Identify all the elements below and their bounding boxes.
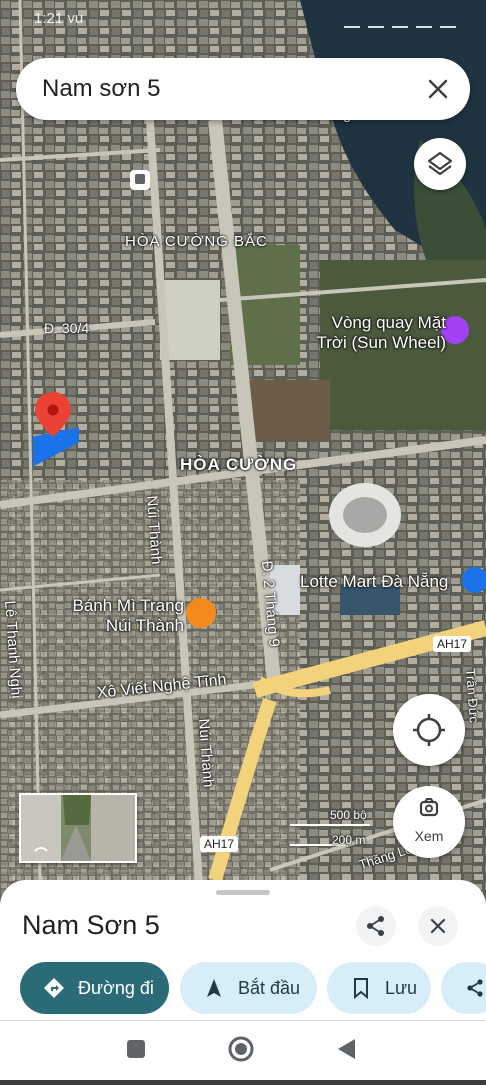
label-hoa-cuong-bac: HÒA CƯỜNG BẮC (125, 233, 268, 250)
close-icon (430, 918, 446, 934)
signal-icon-2 (392, 14, 408, 28)
label-banh-mi-trang[interactable]: Bánh Mì Trang Núi Thành (64, 596, 184, 636)
nav-buttons (127, 1036, 355, 1062)
save-label: Lưu (385, 977, 418, 998)
share-icon (367, 916, 384, 936)
label-street-30-4: Đ. 30/4 (44, 320, 90, 336)
bookmark-icon (354, 978, 368, 1000)
close-icon[interactable] (422, 73, 454, 105)
share-chip-button[interactable] (441, 962, 486, 1014)
directions-icon (44, 978, 64, 998)
status-icons (344, 14, 456, 28)
save-button[interactable]: Lưu (327, 962, 431, 1014)
share-icon (467, 979, 483, 997)
back-icon[interactable] (338, 1039, 355, 1059)
crosshair-icon (413, 714, 445, 746)
close-sheet-button[interactable] (418, 906, 458, 946)
wifi-icon (416, 14, 432, 28)
share-button[interactable] (356, 906, 396, 946)
location-status-icon (344, 14, 360, 28)
place-title: Nam Sơn 5 (22, 910, 160, 940)
start-label: Bắt đầu (238, 977, 301, 998)
label-hoa-cuong: HÒA CƯỜNG (180, 455, 298, 474)
status-bar: 1:21 vu (0, 0, 486, 40)
directions-button[interactable]: Đường đi (20, 962, 169, 1014)
layers-button[interactable] (414, 138, 466, 190)
street-view-thumbnail[interactable] (19, 793, 137, 863)
my-location-button[interactable] (393, 694, 465, 766)
nav-divider (0, 1020, 486, 1021)
label-ah17-shield: AH17 (433, 636, 472, 652)
street-view-label: Xem (414, 828, 444, 844)
place-sheet[interactable]: Nam Sơn 5 Đường đi Bắt đầu Lưu (0, 880, 486, 1020)
scale-meters: 200 m (332, 833, 366, 847)
directions-label: Đường đi (78, 977, 154, 998)
street-view-icon (419, 798, 439, 817)
navigation-arrow-icon (207, 979, 221, 997)
system-nav-bar (0, 1020, 486, 1080)
signal-icon (368, 14, 384, 28)
street-view-photo (21, 795, 135, 861)
label-sun-wheel[interactable]: Vòng quay Mặt Trời (Sun Wheel) (306, 313, 446, 353)
label-lotte-mart[interactable]: Lotte Mart Đà Nẵng (300, 572, 448, 592)
street-view-button[interactable]: Xem (393, 786, 465, 858)
start-button[interactable]: Bắt đầu (180, 962, 317, 1014)
label-ah17-shield-2: AH17 (200, 836, 239, 852)
recents-icon[interactable] (127, 1040, 145, 1058)
status-time: 1:21 vu (34, 10, 84, 27)
battery-icon (440, 14, 456, 28)
sheet-drag-handle[interactable] (216, 890, 270, 895)
scale-feet: 500 bộ (330, 808, 367, 822)
search-bar[interactable]: Nam sơn 5 (16, 58, 470, 120)
search-input[interactable]: Nam sơn 5 (42, 75, 160, 103)
layers-icon (427, 151, 453, 176)
